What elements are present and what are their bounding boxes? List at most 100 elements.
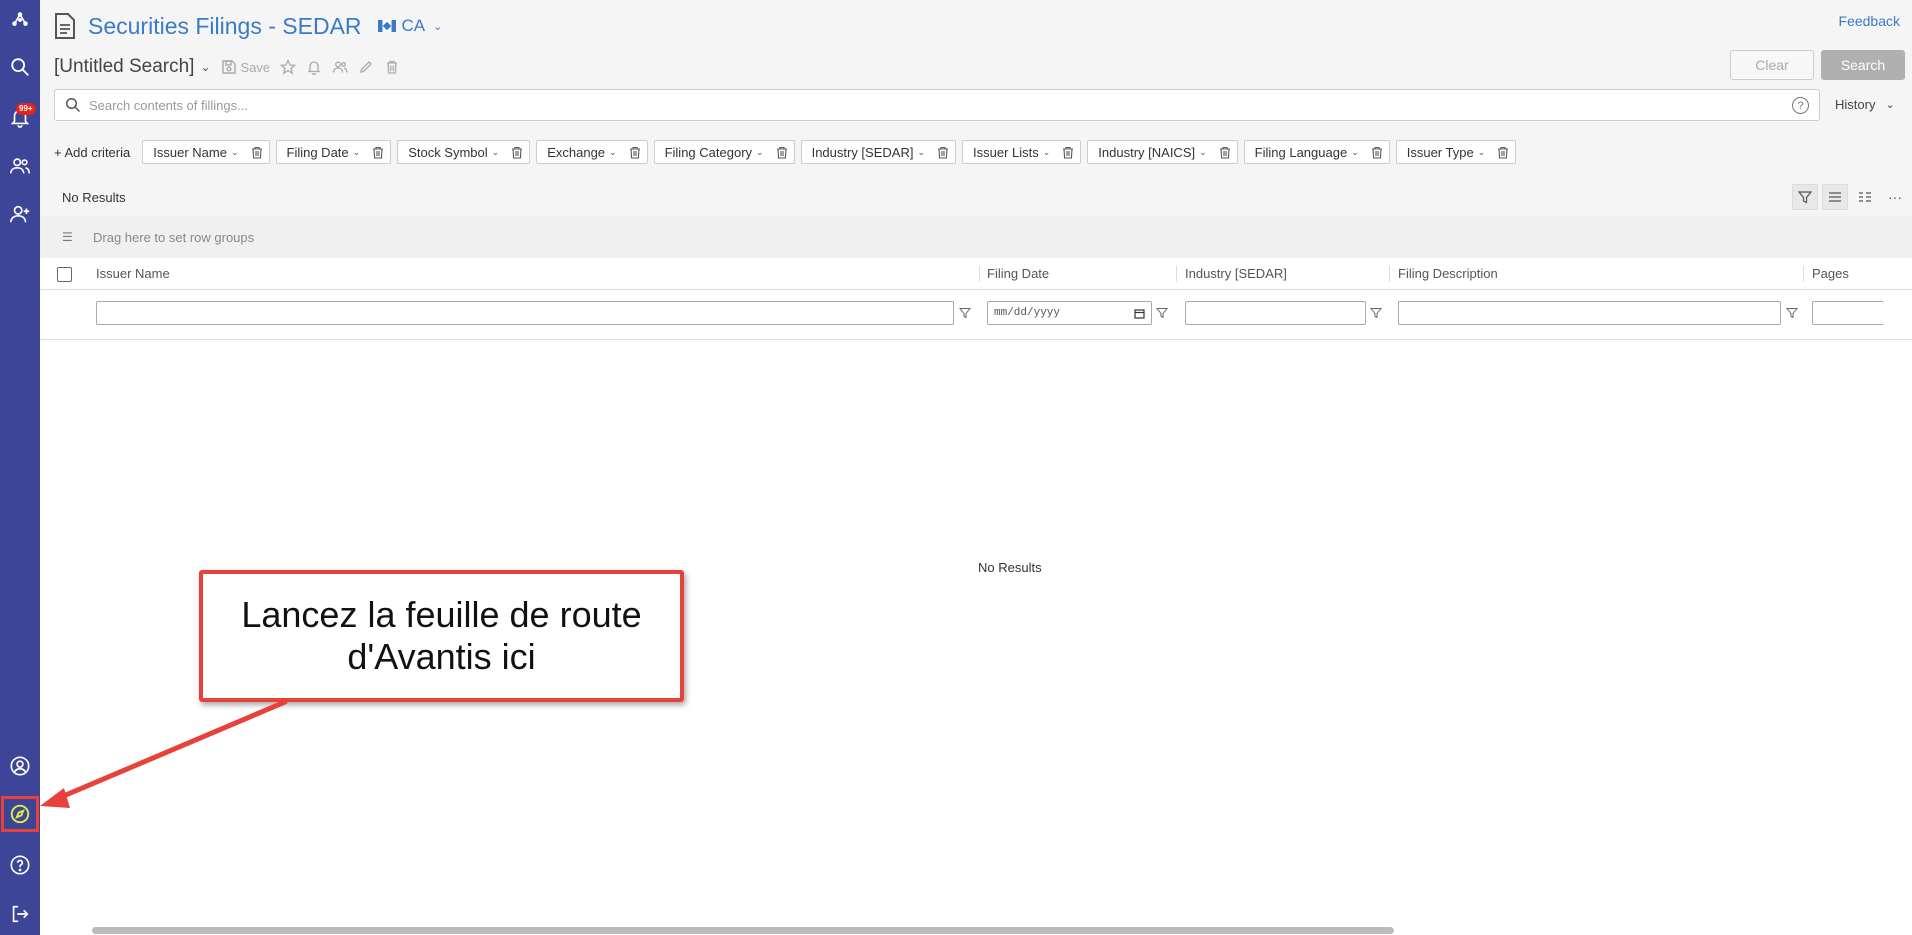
column-divider[interactable]	[979, 266, 980, 282]
trash-icon[interactable]	[776, 146, 788, 159]
share-button[interactable]	[332, 59, 348, 75]
more-options-icon[interactable]: ···	[1882, 184, 1908, 210]
filing-date-filter-input[interactable]: mm/dd/yyyy	[987, 301, 1152, 325]
filing-description-filter-input[interactable]	[1398, 301, 1781, 325]
criteria-chip[interactable]: Issuer Type ⌄	[1395, 140, 1517, 164]
column-header-filing-description[interactable]: Filing Description	[1398, 266, 1498, 281]
filter-icon[interactable]	[1370, 307, 1382, 319]
notifications-icon[interactable]: 99+	[0, 97, 40, 137]
chip-label: Filing Date	[286, 144, 349, 160]
trash-icon[interactable]	[1497, 146, 1509, 159]
row-group-icon: ☰	[62, 230, 73, 244]
filter-icon[interactable]	[959, 307, 971, 319]
grid-header: Issuer Name Filing Date Industry [SEDAR]…	[40, 258, 1912, 290]
criteria-chip[interactable]: Exchange ⌄	[536, 140, 648, 164]
criteria-chip[interactable]: Industry [NAICS] ⌄	[1087, 140, 1238, 164]
column-header-pages[interactable]: Pages	[1812, 266, 1849, 281]
trash-icon[interactable]	[511, 146, 523, 159]
trash-icon[interactable]	[629, 146, 641, 159]
filter-icon[interactable]	[1786, 307, 1798, 319]
country-selector[interactable]: CA ⌄	[377, 16, 443, 36]
history-label: History	[1835, 97, 1876, 112]
delete-search-button[interactable]	[384, 59, 400, 75]
chevron-down-icon: ⌄	[1042, 146, 1051, 157]
column-divider[interactable]	[1389, 266, 1390, 282]
trash-icon[interactable]	[1062, 146, 1074, 159]
logo-icon[interactable]	[0, 0, 40, 40]
help-icon[interactable]	[0, 845, 40, 885]
select-all-checkbox[interactable]	[57, 267, 72, 282]
search-button[interactable]: Search	[1821, 50, 1905, 80]
chevron-down-icon: ⌄	[352, 146, 361, 157]
column-header-issuer-name[interactable]: Issuer Name	[96, 266, 170, 281]
trash-icon[interactable]	[1371, 146, 1383, 159]
industry-filter-input[interactable]	[1185, 301, 1366, 325]
column-header-filing-date[interactable]: Filing Date	[987, 266, 1049, 281]
criteria-chip[interactable]: Issuer Name ⌄	[142, 140, 270, 164]
logout-icon[interactable]	[0, 894, 40, 934]
search-input[interactable]: Search contents of fillings... ?	[54, 89, 1820, 121]
list-view-icon[interactable]	[1822, 184, 1848, 210]
save-button[interactable]: Save	[221, 59, 270, 75]
criteria-chip[interactable]: Filing Language ⌄	[1243, 140, 1390, 164]
add-criteria-button[interactable]: + Add criteria	[54, 145, 130, 160]
criteria-chip[interactable]: Industry [SEDAR] ⌄	[800, 140, 956, 164]
chip-label: Filing Language	[1254, 144, 1348, 160]
criteria-chip[interactable]: Stock Symbol ⌄	[397, 140, 531, 164]
filter-toggle-icon[interactable]	[1792, 184, 1818, 210]
history-dropdown[interactable]: History ⌄	[1835, 97, 1895, 112]
criteria-chip[interactable]: Issuer Lists ⌄	[962, 140, 1082, 164]
star-icon	[280, 59, 297, 75]
calendar-icon[interactable]	[1134, 308, 1145, 319]
column-divider[interactable]	[1176, 266, 1177, 282]
empty-state-message: No Results	[978, 560, 1042, 575]
columns-view-icon[interactable]	[1852, 184, 1878, 210]
column-header-industry[interactable]: Industry [SEDAR]	[1185, 266, 1287, 281]
sidebar: 99+	[0, 0, 40, 935]
horizontal-scrollbar[interactable]	[92, 927, 1394, 934]
notification-badge: 99+	[16, 103, 36, 115]
trash-icon[interactable]	[937, 146, 949, 159]
pages-filter-input[interactable]	[1812, 301, 1884, 325]
issuer-name-filter-input[interactable]	[96, 301, 954, 325]
filter-icon[interactable]	[1156, 307, 1168, 319]
users-icon[interactable]	[0, 146, 40, 186]
roadmap-compass-icon[interactable]	[1, 796, 39, 832]
column-divider[interactable]	[1803, 266, 1804, 282]
trash-icon[interactable]	[251, 146, 263, 159]
search-icon[interactable]	[0, 47, 40, 87]
share-users-icon	[333, 61, 348, 73]
criteria-chip[interactable]: Filing Date ⌄	[275, 140, 392, 164]
canada-flag-icon	[377, 20, 396, 32]
help-icon[interactable]: ?	[1792, 97, 1809, 114]
chip-label: Issuer Lists	[973, 144, 1039, 160]
alert-button[interactable]	[306, 59, 322, 75]
feedback-link[interactable]: Feedback	[1839, 13, 1900, 29]
document-icon	[55, 13, 75, 39]
clear-button[interactable]: Clear	[1730, 50, 1814, 80]
chip-label: Filing Category	[664, 144, 753, 160]
trash-icon	[387, 60, 398, 74]
chevron-down-icon[interactable]: ⌄	[200, 60, 210, 74]
add-user-icon[interactable]	[0, 194, 40, 234]
row-group-bar[interactable]: ☰ Drag here to set row groups	[40, 216, 1912, 258]
trash-icon[interactable]	[372, 146, 384, 159]
favorite-button[interactable]	[280, 59, 297, 75]
results-grid: No Results ··· ☰ Drag here to set row gr…	[40, 178, 1912, 935]
criteria-row: + Add criteria Issuer Name ⌄ Filing Date ⌄…	[54, 140, 1517, 164]
bell-icon	[307, 61, 321, 75]
profile-icon[interactable]	[0, 746, 40, 786]
chip-label: Industry [SEDAR]	[811, 144, 914, 160]
grid-tools: ···	[1792, 184, 1908, 210]
chip-label: Issuer Name	[153, 144, 227, 160]
results-bar: No Results ···	[40, 178, 1912, 216]
search-name[interactable]: [Untitled Search]	[54, 56, 194, 78]
rename-button[interactable]	[358, 59, 374, 75]
trash-icon[interactable]	[1219, 146, 1231, 159]
results-count: No Results	[62, 190, 126, 205]
filter-row: mm/dd/yyyy	[40, 290, 1912, 340]
row-group-hint: Drag here to set row groups	[93, 230, 255, 245]
chevron-down-icon: ⌄	[1199, 146, 1207, 157]
chevron-down-icon: ⌄	[433, 20, 443, 33]
criteria-chip[interactable]: Filing Category ⌄	[653, 140, 795, 164]
